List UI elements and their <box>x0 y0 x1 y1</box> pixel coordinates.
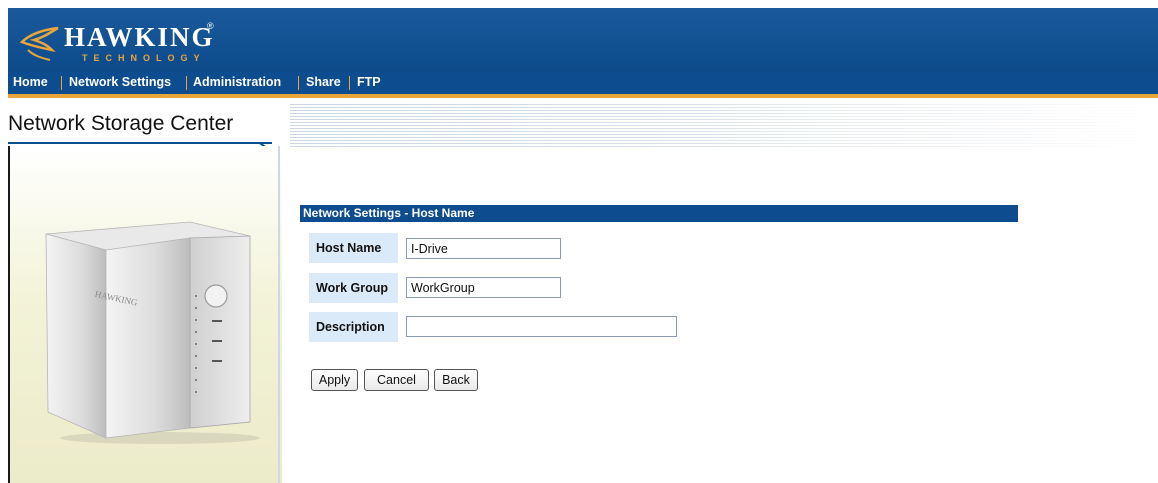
main-nav: Home Network Settings Administration Sha… <box>8 72 1158 98</box>
nav-separator <box>61 76 62 90</box>
host-name-label: Host Name <box>309 233 398 263</box>
nav-item-administration[interactable]: Administration <box>193 75 281 89</box>
work-group-input[interactable] <box>406 277 561 298</box>
nav-item-network-settings[interactable]: Network Settings <box>69 75 171 89</box>
host-name-input[interactable] <box>406 238 561 259</box>
header-banner: HAWKING ® TECHNOLOGY <box>8 8 1158 72</box>
nav-separator <box>349 76 350 90</box>
header-stripes-decoration <box>290 104 1158 149</box>
description-label: Description <box>309 312 398 342</box>
page-title: Network Storage Center <box>8 112 234 135</box>
brand-subtitle: TECHNOLOGY <box>82 53 206 63</box>
apply-button[interactable]: Apply <box>311 369 358 391</box>
nav-separator <box>186 76 187 90</box>
left-panel-border <box>278 146 280 483</box>
back-button[interactable]: Back <box>434 369 478 391</box>
brand-registered-mark: ® <box>207 21 214 31</box>
description-input[interactable] <box>406 316 677 337</box>
nas-device-image: HAWKING <box>45 221 260 444</box>
cancel-button[interactable]: Cancel <box>364 369 429 391</box>
form-heading: Network Settings - Host Name <box>300 205 1018 222</box>
nav-item-share[interactable]: Share <box>306 75 341 89</box>
brand-logo[interactable]: HAWKING ® TECHNOLOGY <box>18 16 218 66</box>
brand-name: HAWKING <box>64 22 215 52</box>
nav-item-home[interactable]: Home <box>13 75 48 89</box>
nav-separator <box>298 76 299 90</box>
title-underline <box>8 142 272 144</box>
nav-item-ftp[interactable]: FTP <box>357 75 381 89</box>
hawk-logo-icon <box>19 26 59 61</box>
work-group-label: Work Group <box>309 273 398 303</box>
left-panel: HAWKING <box>8 146 282 483</box>
